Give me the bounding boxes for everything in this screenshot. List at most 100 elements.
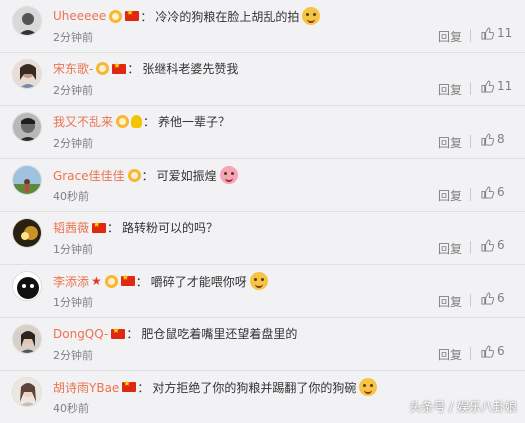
avatar[interactable] [12,6,42,36]
like-button[interactable]: 11 [481,26,512,40]
comment-text: 嚼碎了才能喂你呀 [150,274,247,289]
avatar[interactable] [12,112,42,142]
thumbs-up-icon [481,291,494,305]
china-flag-icon [112,61,127,74]
china-flag-icon [125,8,140,21]
comment-item: 我又不乱来 ： 养他一辈子？ 2分钟前 回复 8 [0,106,525,159]
thumbs-up-icon [481,185,494,199]
vip-badge-icon [96,62,110,75]
like-count: 6 [497,185,505,199]
thumbs-up-icon [481,79,494,93]
china-flag-icon [120,273,135,286]
like-count: 6 [497,291,505,305]
divider [470,135,471,148]
bulb-badge-icon [131,115,143,128]
avatar[interactable] [12,218,42,248]
comment-item: DongQQ- ： 肥仓鼠吃着嘴里还望着盘里的 2分钟前 回复 6 [0,318,525,371]
like-count: 8 [497,132,505,146]
thumbs-up-icon [481,26,494,40]
like-count: 11 [497,79,513,93]
comment-item: 韬茜薇 ： 路转粉可以的吗？ 1分钟前 回复 6 [0,212,525,265]
colon-separator: ： [141,168,154,183]
like-button[interactable]: 8 [481,132,505,146]
comment-item: Grace佳佳佳 ： 可爱如振煌 40秒前 回复 6 [0,159,525,212]
thumbs-up-icon [481,238,494,252]
china-flag-icon [92,220,107,233]
colon-separator: ： [126,327,139,341]
like-count: 6 [497,238,505,252]
timestamp: 2分钟前 [53,84,93,97]
reply-button[interactable]: 回复 [438,28,462,45]
comment-text: 路转粉可以的吗？ [122,221,219,235]
vip-badge-icon [104,274,118,288]
avatar[interactable] [12,324,42,354]
comment-text: 肥仓鼠吃着嘴里还望着盘里的 [141,327,298,341]
username-link[interactable]: 胡诗雨YBae [53,379,119,396]
star-badge-icon: ★ [91,274,102,288]
like-button[interactable]: 6 [481,344,505,358]
divider [470,294,471,307]
username-link[interactable]: Uheeeee [53,9,106,23]
timestamp: 2分钟前 [53,137,93,150]
like-count: 6 [497,344,505,358]
china-flag-icon [122,379,137,392]
colon-separator: ： [135,274,148,289]
avatar[interactable] [12,59,42,89]
timestamp: 2分钟前 [53,31,93,44]
cat-emoji-icon [249,272,268,290]
watermark: 头条号 / 娱乐八卦娘 [409,400,517,414]
comment-list: Uheeeee ： 冷冷的狗粮在脸上胡乱的拍 2分钟前 回复 11 宋东歌- ：… [0,0,525,423]
avatar[interactable] [12,377,42,407]
username-link[interactable]: 韬茜薇 [53,219,89,236]
china-flag-icon [111,326,126,339]
reply-button[interactable]: 回复 [438,134,462,151]
comment-item: 李添添 ★ ： 嚼碎了才能喂你呀 1分钟前 回复 6 [0,265,525,318]
comment-text: 冷冷的狗粮在脸上胡乱的拍 [155,9,300,24]
comment-text: 养他一辈子？ [158,115,231,129]
reply-button[interactable]: 回复 [438,240,462,257]
colon-separator: ： [127,62,140,76]
divider [470,82,471,95]
colon-separator: ： [137,380,150,395]
cat-emoji-icon [359,378,378,396]
timestamp: 1分钟前 [53,296,93,309]
username-link[interactable]: Grace佳佳佳 [53,167,125,184]
vip-badge-icon [109,9,123,23]
divider [470,347,471,360]
comment-item: Uheeeee ： 冷冷的狗粮在脸上胡乱的拍 2分钟前 回复 11 [0,0,525,53]
vip-badge-icon [116,115,130,128]
timestamp: 40秒前 [53,402,89,415]
thumbs-up-icon [481,132,494,146]
thumbs-up-icon [481,344,494,358]
username-link[interactable]: 李添添 [53,273,89,290]
reply-button[interactable]: 回复 [438,81,462,98]
reply-button[interactable]: 回复 [438,346,462,363]
like-button[interactable]: 6 [481,185,505,199]
reply-button[interactable]: 回复 [438,293,462,310]
divider [470,188,471,201]
like-button[interactable]: 6 [481,238,505,252]
comment-text: 张继科老婆先赞我 [142,62,239,76]
avatar[interactable] [12,271,42,301]
username-link[interactable]: 我又不乱来 [53,113,113,130]
comment-item: 胡诗雨YBae ： 对方拒绝了你的狗粮并踢翻了你的狗碗 40秒前 [0,371,525,423]
vip-badge-icon [127,168,141,182]
cat-emoji-icon [302,7,321,25]
like-button[interactable]: 6 [481,291,505,305]
like-count: 11 [497,26,513,40]
username-link[interactable]: 宋东歌- [53,60,93,77]
like-button[interactable]: 11 [481,79,512,93]
comment-text: 对方拒绝了你的狗粮并踢翻了你的狗碗 [152,380,357,395]
comment-text: 可爱如振煌 [156,168,217,183]
comment-item: 宋东歌- ： 张继科老婆先赞我 2分钟前 回复 11 [0,53,525,106]
colon-separator: ： [107,221,120,235]
avatar[interactable] [12,165,42,195]
reply-button[interactable]: 回复 [438,187,462,204]
divider [470,29,471,42]
timestamp: 40秒前 [53,190,89,203]
username-link[interactable]: DongQQ- [53,327,108,341]
colon-separator: ： [143,115,156,129]
timestamp: 2分钟前 [53,349,93,362]
timestamp: 1分钟前 [53,243,93,256]
pig-emoji-icon [219,166,238,184]
